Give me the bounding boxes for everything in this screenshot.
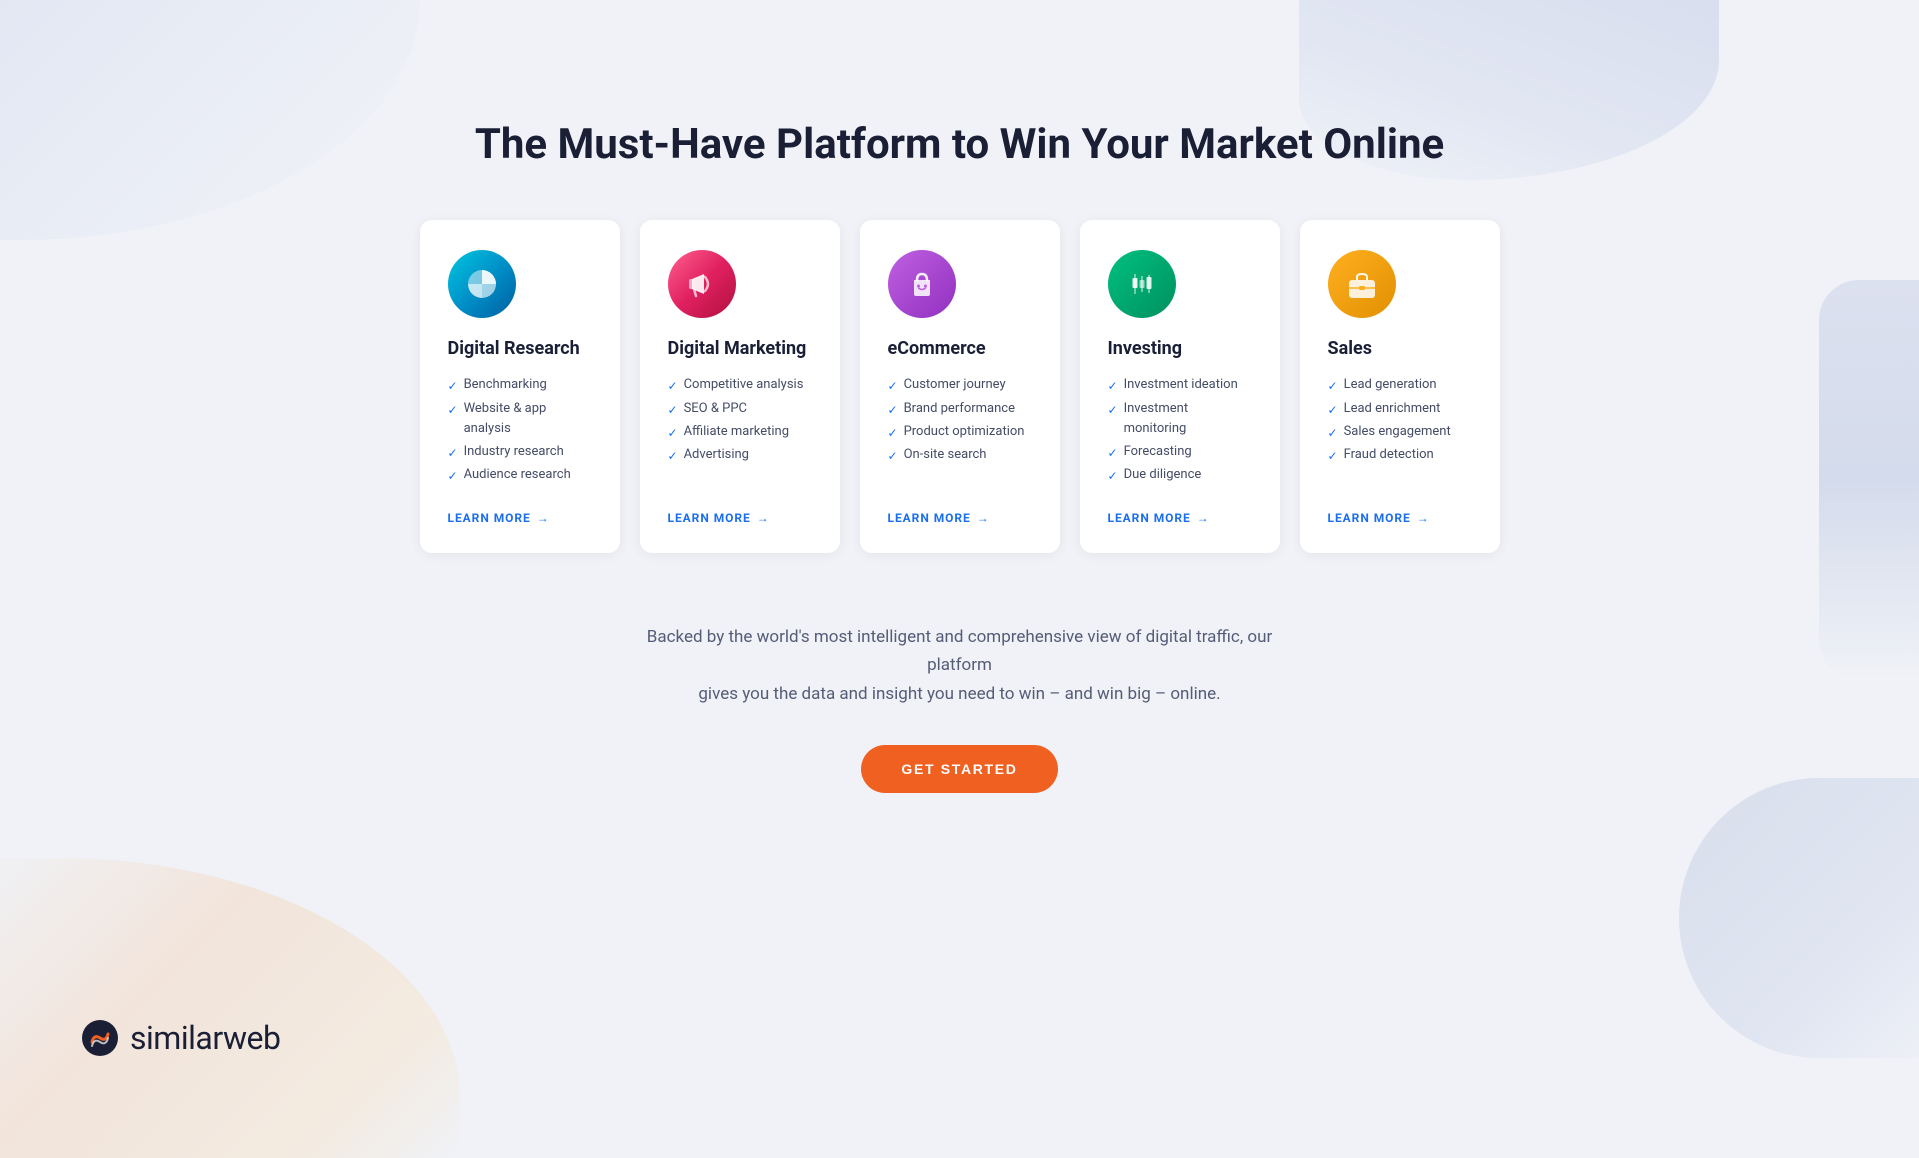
feature-item: ✓Audience research xyxy=(448,465,592,486)
card-sales-title: Sales xyxy=(1328,338,1472,359)
card-sales: Sales ✓Lead generation ✓Lead enrichment … xyxy=(1300,220,1500,552)
feature-item: ✓Industry research xyxy=(448,442,592,463)
check-icon: ✓ xyxy=(888,401,898,420)
check-icon: ✓ xyxy=(1108,444,1118,463)
card-digital-research-learn-more[interactable]: LEARN MORE → xyxy=(448,511,592,525)
check-icon: ✓ xyxy=(668,401,678,420)
card-digital-marketing-learn-more[interactable]: LEARN MORE → xyxy=(668,511,812,525)
chart-pie-icon xyxy=(464,266,500,302)
arrow-icon: → xyxy=(1417,511,1430,525)
card-investing: Investing ✓Investment ideation ✓Investme… xyxy=(1080,220,1280,552)
sales-icon-wrapper xyxy=(1328,250,1396,318)
card-digital-research: Digital Research ✓Benchmarking ✓Website … xyxy=(420,220,620,552)
check-icon: ✓ xyxy=(1328,401,1338,420)
candlestick-icon xyxy=(1124,266,1160,302)
check-icon: ✓ xyxy=(1108,467,1118,486)
check-icon: ✓ xyxy=(1328,447,1338,466)
feature-item: ✓Fraud detection xyxy=(1328,445,1472,466)
check-icon: ✓ xyxy=(448,467,458,486)
card-sales-features: ✓Lead generation ✓Lead enrichment ✓Sales… xyxy=(1328,375,1472,488)
cards-container: Digital Research ✓Benchmarking ✓Website … xyxy=(420,220,1500,552)
card-investing-learn-more[interactable]: LEARN MORE → xyxy=(1108,511,1252,525)
card-investing-features: ✓Investment ideation ✓Investment monitor… xyxy=(1108,375,1252,488)
card-digital-marketing-features: ✓Competitive analysis ✓SEO & PPC ✓Affili… xyxy=(668,375,812,488)
check-icon: ✓ xyxy=(1328,424,1338,443)
card-ecommerce-features: ✓Customer journey ✓Brand performance ✓Pr… xyxy=(888,375,1032,488)
check-icon: ✓ xyxy=(1108,401,1118,420)
check-icon: ✓ xyxy=(668,447,678,466)
feature-item: ✓Investment ideation xyxy=(1108,375,1252,396)
feature-item: ✓Lead generation xyxy=(1328,375,1472,396)
check-icon: ✓ xyxy=(448,377,458,396)
check-icon: ✓ xyxy=(1108,377,1118,396)
feature-item: ✓SEO & PPC xyxy=(668,399,812,420)
feature-item: ✓Affiliate marketing xyxy=(668,422,812,443)
card-ecommerce-learn-more[interactable]: LEARN MORE → xyxy=(888,511,1032,525)
feature-item: ✓Benchmarking xyxy=(448,375,592,396)
check-icon: ✓ xyxy=(888,424,898,443)
feature-item: ✓Investment monitoring xyxy=(1108,399,1252,441)
card-ecommerce-title: eCommerce xyxy=(888,338,1032,359)
check-icon: ✓ xyxy=(668,377,678,396)
card-digital-marketing-title: Digital Marketing xyxy=(668,338,812,359)
logo-text: similarweb xyxy=(130,1019,280,1057)
briefcase-icon xyxy=(1344,266,1380,302)
feature-item: ✓Customer journey xyxy=(888,375,1032,396)
shopping-bag-icon xyxy=(904,266,940,302)
feature-item: ✓Advertising xyxy=(668,445,812,466)
feature-item: ✓Forecasting xyxy=(1108,442,1252,463)
arrow-icon: → xyxy=(537,511,550,525)
ecommerce-icon-wrapper xyxy=(888,250,956,318)
check-icon: ✓ xyxy=(668,424,678,443)
subtitle-text: Backed by the world's most intelligent a… xyxy=(620,623,1300,710)
check-icon: ✓ xyxy=(448,444,458,463)
feature-item: ✓Sales engagement xyxy=(1328,422,1472,443)
digital-marketing-icon-wrapper xyxy=(668,250,736,318)
card-investing-title: Investing xyxy=(1108,338,1252,359)
check-icon: ✓ xyxy=(888,377,898,396)
card-digital-research-features: ✓Benchmarking ✓Website & app analysis ✓I… xyxy=(448,375,592,488)
digital-research-icon-wrapper xyxy=(448,250,516,318)
similarweb-logo-icon xyxy=(80,1018,120,1058)
feature-item: ✓Competitive analysis xyxy=(668,375,812,396)
feature-item: ✓On-site search xyxy=(888,445,1032,466)
arrow-icon: → xyxy=(1197,511,1210,525)
card-digital-marketing: Digital Marketing ✓Competitive analysis … xyxy=(640,220,840,552)
footer-logo: similarweb xyxy=(80,1018,280,1058)
investing-icon-wrapper xyxy=(1108,250,1176,318)
feature-item: ✓Product optimization xyxy=(888,422,1032,443)
megaphone-icon xyxy=(684,266,720,302)
check-icon: ✓ xyxy=(888,447,898,466)
feature-item: ✓Brand performance xyxy=(888,399,1032,420)
page-title: The Must-Have Platform to Win Your Marke… xyxy=(475,120,1444,170)
feature-item: ✓Due diligence xyxy=(1108,465,1252,486)
check-icon: ✓ xyxy=(1328,377,1338,396)
card-ecommerce: eCommerce ✓Customer journey ✓Brand perfo… xyxy=(860,220,1060,552)
card-sales-learn-more[interactable]: LEARN MORE → xyxy=(1328,511,1472,525)
arrow-icon: → xyxy=(757,511,770,525)
page-wrapper: The Must-Have Platform to Win Your Marke… xyxy=(0,0,1919,953)
arrow-icon: → xyxy=(977,511,990,525)
get-started-button[interactable]: GET STARTED xyxy=(861,745,1057,793)
feature-item: ✓Lead enrichment xyxy=(1328,399,1472,420)
feature-item: ✓Website & app analysis xyxy=(448,399,592,441)
card-digital-research-title: Digital Research xyxy=(448,338,592,359)
check-icon: ✓ xyxy=(448,401,458,420)
